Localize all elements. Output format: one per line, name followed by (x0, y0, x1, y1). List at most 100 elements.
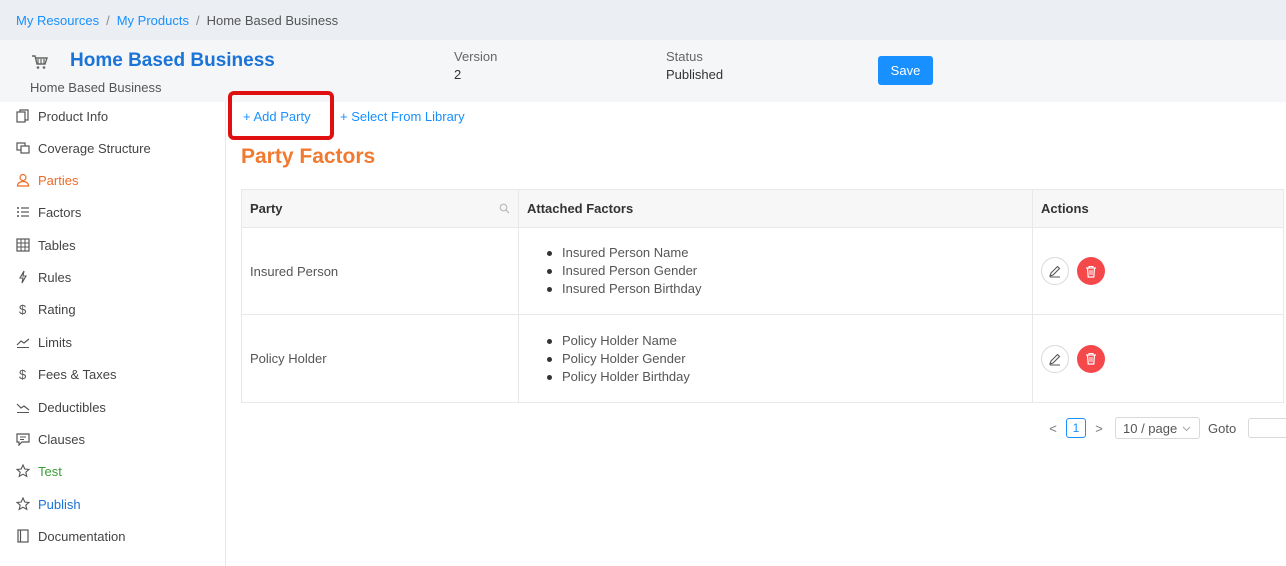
list-icon (15, 205, 30, 220)
delete-button[interactable] (1077, 257, 1105, 285)
sidebar-item-rating[interactable]: $ Rating (0, 295, 225, 323)
column-header-actions: Actions (1033, 190, 1283, 227)
sidebar-item-label: Product Info (38, 108, 109, 124)
page-title: Party Factors (241, 145, 376, 168)
dollar-icon: $ (15, 302, 30, 317)
column-header-label: Actions (1041, 201, 1089, 216)
sidebar-item-label: Rules (38, 269, 72, 285)
save-button[interactable]: Save (878, 56, 933, 85)
sidebar-item-label: Documentation (38, 528, 126, 544)
version-value: 2 (454, 67, 462, 82)
column-header-attached-factors: Attached Factors (519, 190, 1033, 227)
list-item: Policy Holder Name (544, 332, 690, 350)
factors-cell: Policy Holder Name Policy Holder Gender … (519, 315, 1033, 402)
edit-button[interactable] (1041, 257, 1069, 285)
party-factors-table: Party Attached Factors Actions Insured P… (241, 189, 1284, 403)
status-label: Status (666, 49, 703, 64)
sidebar-item-coverage-structure[interactable]: Coverage Structure (0, 134, 225, 162)
actions-cell (1033, 228, 1283, 314)
chevron-down-icon (1182, 426, 1191, 432)
pagination: < 1 > 10 / page Goto (1046, 417, 1286, 439)
table-row: Insured Person Insured Person Name Insur… (242, 228, 1283, 315)
sidebar-item-limits[interactable]: Limits (0, 328, 225, 356)
sidebar-item-publish[interactable]: Publish (0, 490, 225, 518)
sidebar-item-documentation[interactable]: Documentation (0, 522, 225, 550)
trash-icon (1086, 265, 1096, 278)
main-content: + Add Party + Select From Library Party … (226, 91, 1286, 566)
actions-cell (1033, 315, 1283, 402)
column-header-label: Party (250, 201, 283, 216)
dollar-icon: $ (15, 367, 30, 382)
bolt-icon (15, 270, 30, 285)
sidebar-item-factors[interactable]: Factors (0, 198, 225, 226)
product-subtitle: Home Based Business (30, 80, 162, 95)
sidebar-item-parties[interactable]: Parties (0, 166, 225, 194)
sidebar-item-label: Clauses (38, 431, 85, 447)
column-header-party: Party (242, 190, 519, 227)
delete-button[interactable] (1077, 344, 1105, 373)
status-value: Published (666, 67, 724, 82)
sidebar-item-clauses[interactable]: Clauses (0, 425, 225, 453)
svg-text:$: $ (19, 367, 27, 381)
table-row: Policy Holder Policy Holder Name Policy … (242, 315, 1283, 402)
party-cell: Insured Person (242, 228, 519, 314)
sidebar-item-rules[interactable]: Rules (0, 263, 225, 291)
user-icon (15, 173, 30, 188)
product-title: Home Based Business (70, 50, 275, 71)
comment-icon (15, 432, 30, 447)
sidebar-item-deductibles[interactable]: Deductibles (0, 393, 225, 421)
star-icon (15, 497, 30, 512)
next-page-button[interactable]: > (1092, 421, 1106, 436)
sidebar-item-label: Rating (38, 301, 76, 317)
star-icon (15, 464, 30, 479)
add-party-button[interactable]: + Add Party (243, 109, 311, 124)
sidebar-item-label: Fees & Taxes (38, 366, 117, 382)
sidebar-item-label: Limits (38, 334, 72, 350)
column-header-label: Attached Factors (527, 201, 634, 216)
grid-icon (15, 238, 30, 253)
sidebar-item-fees-taxes[interactable]: $ Fees & Taxes (0, 360, 225, 388)
breadcrumb-current: Home Based Business (206, 12, 339, 28)
sidebar-item-product-info[interactable]: Product Info (0, 102, 225, 130)
page-number-1[interactable]: 1 (1066, 418, 1086, 438)
copy-icon (15, 109, 30, 124)
select-from-library-button[interactable]: + Select From Library (340, 109, 465, 124)
breadcrumb-my-resources[interactable]: My Resources (16, 13, 99, 28)
version-label: Version (454, 49, 498, 64)
factors-cell: Insured Person Name Insured Person Gende… (519, 228, 1033, 314)
page-size-value: 10 / page (1123, 420, 1178, 436)
book-icon (15, 529, 30, 544)
list-item: Insured Person Birthday (544, 280, 701, 298)
sidebar-item-label: Factors (38, 204, 82, 220)
sidebar-item-label: Publish (38, 496, 81, 512)
prev-page-button[interactable]: < (1046, 421, 1060, 436)
list-item: Policy Holder Birthday (544, 368, 690, 386)
breadcrumb-separator: / (195, 12, 200, 28)
sidebar: Product Info Coverage Structure Parties … (0, 102, 226, 566)
goto-label: Goto (1208, 420, 1237, 436)
page-size-select[interactable]: 10 / page (1115, 417, 1200, 439)
breadcrumb-my-products[interactable]: My Products (117, 13, 189, 28)
sidebar-item-label: Test (38, 463, 62, 479)
cart-icon (32, 55, 48, 69)
pencil-icon (1049, 353, 1061, 365)
trend-icon (15, 335, 30, 350)
factor-list: Insured Person Name Insured Person Gende… (527, 244, 701, 298)
breadcrumb-separator: / (106, 12, 110, 28)
sidebar-item-test[interactable]: Test (0, 457, 225, 485)
list-item: Insured Person Name (544, 244, 701, 262)
trash-icon (1086, 352, 1096, 365)
search-icon[interactable] (499, 203, 510, 214)
sidebar-item-label: Coverage Structure (38, 140, 151, 156)
factor-list: Policy Holder Name Policy Holder Gender … (527, 332, 690, 386)
svg-text:$: $ (19, 302, 27, 316)
party-cell: Policy Holder (242, 315, 519, 402)
trend-down-icon (15, 400, 30, 415)
edit-button[interactable] (1041, 344, 1069, 373)
list-item: Policy Holder Gender (544, 350, 690, 368)
sidebar-item-tables[interactable]: Tables (0, 231, 225, 259)
breadcrumb: My Resources / My Products / Home Based … (0, 0, 1286, 40)
sidebar-item-label: Parties (38, 172, 79, 188)
goto-input[interactable] (1248, 418, 1286, 438)
sidebar-item-label: Deductibles (38, 399, 106, 415)
